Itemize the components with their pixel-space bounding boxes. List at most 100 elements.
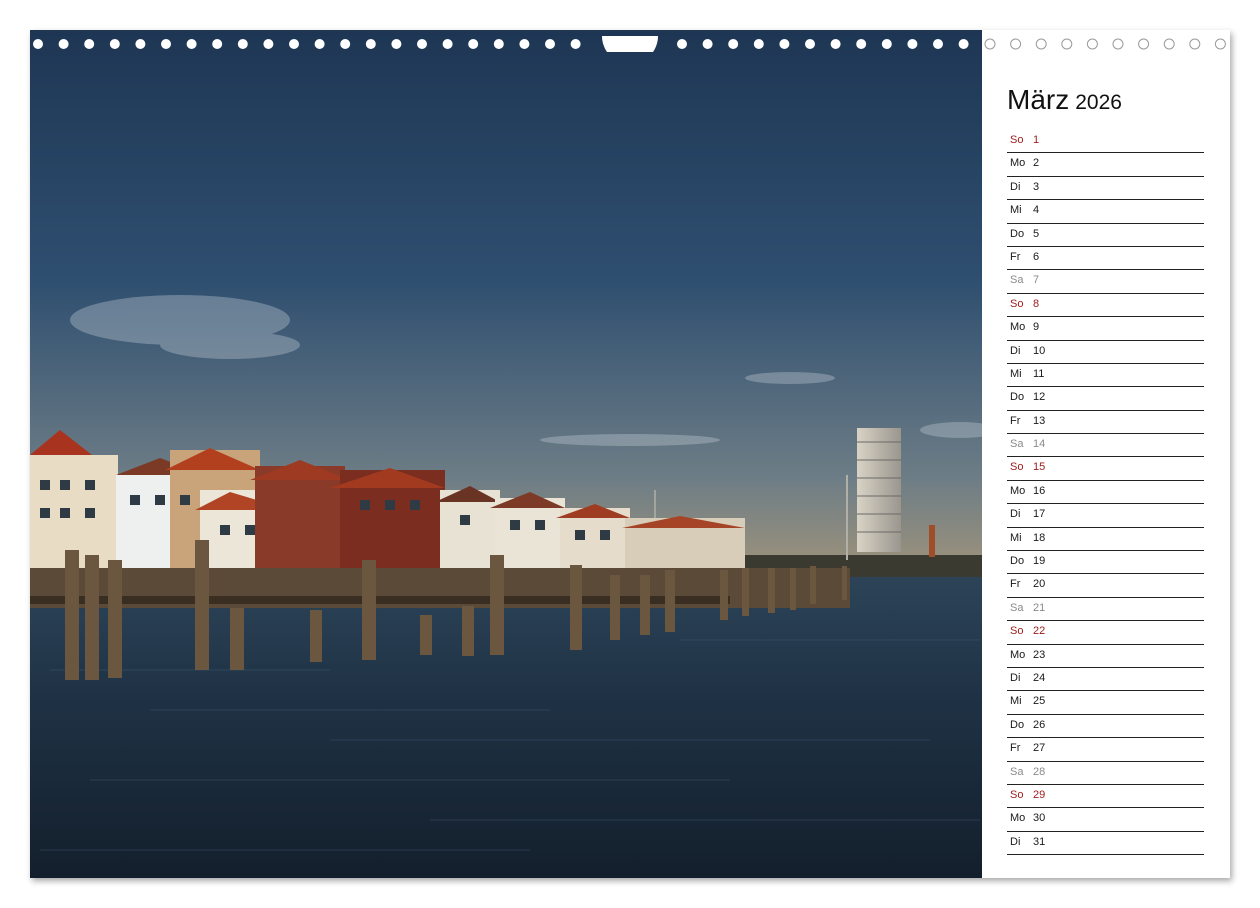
day-number: 12 bbox=[1033, 391, 1046, 404]
day-weekday: Mi bbox=[1010, 204, 1022, 217]
binding-hole bbox=[58, 39, 69, 49]
day-weekday: So bbox=[1010, 134, 1024, 146]
binding-hole bbox=[702, 39, 713, 49]
binding-hole bbox=[545, 39, 555, 49]
binding-hole bbox=[830, 39, 841, 49]
day-number: 3 bbox=[1033, 180, 1040, 193]
day-row: Fr 27 bbox=[1007, 738, 1204, 762]
hotel-tower bbox=[857, 428, 901, 552]
binding-hole bbox=[109, 39, 120, 49]
hanger-notch bbox=[602, 36, 658, 52]
binding-hole bbox=[33, 39, 43, 49]
day-weekday: Sa bbox=[1010, 601, 1024, 614]
day-row: So 15 bbox=[1007, 457, 1204, 481]
binding-hole bbox=[933, 39, 943, 49]
day-number: 18 bbox=[1033, 531, 1046, 544]
day-row: Di 10 bbox=[1007, 341, 1204, 364]
day-number: 9 bbox=[1033, 321, 1040, 334]
day-number: 31 bbox=[1033, 835, 1046, 848]
spiral-binding bbox=[33, 36, 1226, 52]
day-row: Mo 30 bbox=[1007, 808, 1204, 832]
month-title: März 2026 bbox=[1007, 84, 1207, 120]
day-number: 8 bbox=[1033, 297, 1040, 310]
binding-hole bbox=[417, 39, 427, 49]
day-row: Mi 25 bbox=[1007, 691, 1204, 715]
binding-hole bbox=[881, 39, 892, 49]
binding-hole bbox=[856, 39, 867, 49]
day-weekday: Di bbox=[1010, 671, 1021, 684]
binding-hole bbox=[391, 39, 402, 49]
binding-hole bbox=[805, 39, 815, 49]
binding-hole bbox=[84, 39, 95, 49]
binding-hole bbox=[212, 39, 223, 49]
day-weekday: Fr bbox=[1010, 742, 1021, 755]
lighthouse bbox=[929, 525, 935, 557]
day-number: 27 bbox=[1033, 742, 1046, 755]
water bbox=[30, 575, 982, 878]
day-number: 22 bbox=[1033, 625, 1046, 638]
binding-hole bbox=[161, 39, 171, 49]
day-weekday: Mo bbox=[1010, 484, 1026, 497]
day-number: 4 bbox=[1033, 204, 1040, 217]
day-row: Di 31 bbox=[1007, 832, 1204, 856]
day-weekday: So bbox=[1010, 461, 1024, 474]
day-number: 28 bbox=[1033, 765, 1046, 778]
binding-hole bbox=[1086, 38, 1098, 50]
binding-hole bbox=[442, 39, 453, 49]
binding-hole bbox=[907, 39, 918, 49]
day-number: 21 bbox=[1033, 601, 1046, 614]
day-number: 10 bbox=[1033, 344, 1046, 357]
day-weekday: Sa bbox=[1010, 765, 1024, 778]
day-number: 17 bbox=[1033, 508, 1046, 521]
day-weekday: Di bbox=[1010, 835, 1021, 848]
day-number: 24 bbox=[1033, 671, 1046, 684]
binding-hole bbox=[519, 39, 530, 49]
binding-hole bbox=[677, 39, 687, 49]
day-number: 11 bbox=[1033, 367, 1045, 380]
day-number: 5 bbox=[1033, 227, 1040, 240]
day-row: So 8 bbox=[1007, 294, 1204, 318]
day-weekday: So bbox=[1010, 297, 1024, 310]
day-row: So 1 bbox=[1007, 130, 1204, 154]
day-row: Mi 11 bbox=[1007, 364, 1204, 388]
day-number: 30 bbox=[1033, 812, 1046, 825]
day-weekday: Sa bbox=[1010, 274, 1024, 287]
day-row: Mo 23 bbox=[1007, 645, 1204, 668]
day-number: 7 bbox=[1033, 274, 1040, 287]
day-number: 16 bbox=[1033, 484, 1046, 497]
binding-hole bbox=[753, 39, 764, 49]
day-row: Mo 9 bbox=[1007, 317, 1204, 341]
day-weekday: Fr bbox=[1010, 414, 1021, 427]
binding-hole bbox=[1112, 38, 1124, 50]
day-row: Do 5 bbox=[1007, 224, 1204, 247]
binding-hole bbox=[958, 39, 969, 49]
day-weekday: Do bbox=[1010, 391, 1025, 404]
day-row: Fr 20 bbox=[1007, 574, 1204, 598]
day-row: Mi 4 bbox=[1007, 200, 1204, 224]
day-weekday: Mo bbox=[1010, 321, 1026, 334]
harbor-waterfront-illustration bbox=[30, 30, 982, 878]
day-weekday: Di bbox=[1010, 508, 1021, 521]
day-weekday: Mo bbox=[1010, 812, 1026, 825]
binding-hole bbox=[1138, 38, 1150, 50]
binding-hole bbox=[1163, 38, 1175, 50]
binding-hole bbox=[493, 39, 504, 49]
day-row: Sa 28 bbox=[1007, 762, 1204, 785]
day-row: Mi 18 bbox=[1007, 528, 1204, 552]
binding-hole bbox=[340, 39, 351, 49]
day-number: 26 bbox=[1033, 718, 1046, 731]
day-row: So 22 bbox=[1007, 621, 1204, 645]
day-number: 6 bbox=[1033, 250, 1040, 263]
day-number: 14 bbox=[1033, 438, 1046, 451]
binding-hole bbox=[1189, 38, 1201, 50]
day-row: Mo 16 bbox=[1007, 481, 1204, 505]
binding-hole bbox=[237, 39, 248, 49]
binding-hole bbox=[1214, 38, 1226, 50]
day-number: 23 bbox=[1033, 648, 1046, 661]
binding-hole bbox=[1035, 38, 1047, 50]
day-weekday: Do bbox=[1010, 227, 1025, 240]
day-weekday: Fr bbox=[1010, 250, 1021, 263]
binding-hole bbox=[1010, 38, 1022, 50]
day-weekday: Sa bbox=[1010, 438, 1024, 451]
binding-hole bbox=[468, 39, 479, 49]
